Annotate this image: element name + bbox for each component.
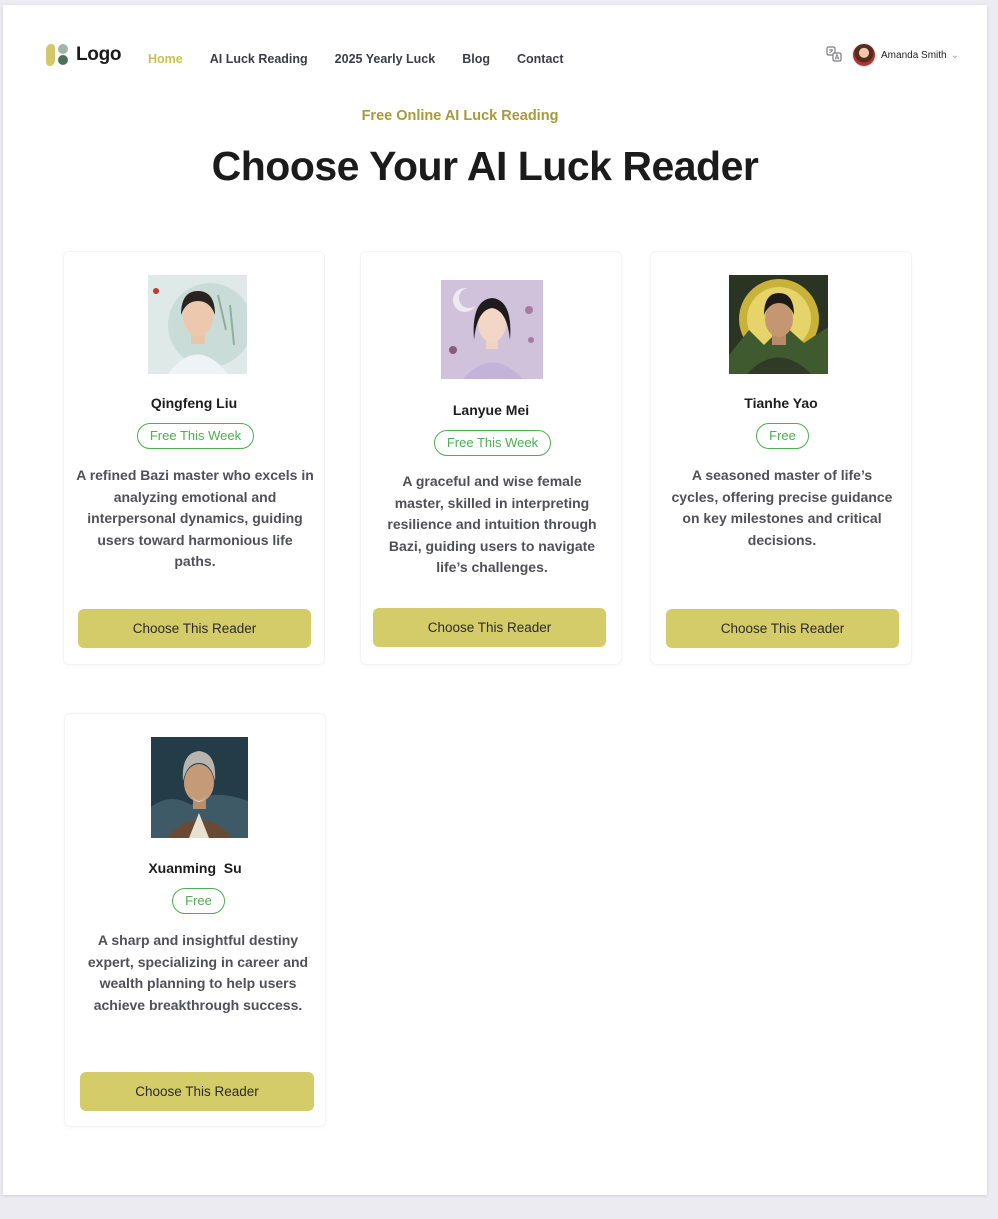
hero-eyebrow: Free Online AI Luck Reading: [361, 108, 559, 124]
reader-name: Qingfeng Liu: [150, 395, 238, 411]
price-badge: Free: [756, 423, 809, 449]
logo-icon: [46, 42, 70, 68]
reader-description: A refined Bazi master who excels in anal…: [76, 467, 314, 569]
nav-ai-luck-reading[interactable]: AI Luck Reading: [210, 52, 308, 66]
user-name[interactable]: Amanda Smith: [881, 50, 947, 61]
user-avatar[interactable]: [852, 43, 877, 67]
reader-portrait: [151, 737, 248, 838]
reader-name: Xuanming Su: [148, 860, 242, 876]
choose-reader-button[interactable]: Choose This Reader: [78, 609, 311, 648]
page: Logo Home AI Luck Reading 2025 Yearly Lu…: [3, 5, 987, 1195]
reader-name: Tianhe Yao: [744, 395, 818, 411]
reader-card: Lanyue Mei Free This Week A graceful and…: [360, 251, 622, 665]
choose-reader-button[interactable]: Choose This Reader: [373, 608, 606, 647]
reader-portrait: [441, 280, 543, 379]
reader-card: Qingfeng Liu Free This Week A refined Ba…: [63, 251, 325, 665]
reader-portrait: [729, 275, 828, 374]
reader-description: A graceful and wise female master, skill…: [387, 473, 597, 575]
reader-portrait: [148, 275, 247, 374]
page-title: Choose Your AI Luck Reader: [211, 143, 759, 189]
reader-card: Xuanming Su Free A sharp and insightful …: [64, 713, 326, 1127]
logo[interactable]: Logo: [46, 42, 122, 68]
choose-reader-button[interactable]: Choose This Reader: [666, 609, 899, 648]
price-badge: Free This Week: [137, 423, 254, 449]
reader-description: A sharp and insightful destiny expert, s…: [87, 932, 309, 1013]
reader-card: Tianhe Yao Free A seasoned master of lif…: [650, 251, 912, 665]
price-badge: Free: [172, 888, 225, 914]
logo-text: Logo: [76, 44, 122, 65]
translate-icon[interactable]: [826, 46, 844, 64]
reader-name: Lanyue Mei: [452, 402, 530, 418]
nav-blog[interactable]: Blog: [462, 52, 490, 66]
user-menu: Amanda Smith ⌄: [826, 43, 959, 67]
nav-home[interactable]: Home: [148, 52, 183, 66]
price-badge: Free This Week: [434, 430, 551, 456]
main-nav: Home AI Luck Reading 2025 Yearly Luck Bl…: [148, 52, 591, 66]
nav-yearly-luck[interactable]: 2025 Yearly Luck: [335, 52, 436, 66]
reader-description: A seasoned master of life’s cycles, offe…: [671, 467, 893, 548]
choose-reader-button[interactable]: Choose This Reader: [80, 1072, 314, 1111]
nav-contact[interactable]: Contact: [517, 52, 564, 66]
chevron-down-icon[interactable]: ⌄: [951, 50, 959, 61]
